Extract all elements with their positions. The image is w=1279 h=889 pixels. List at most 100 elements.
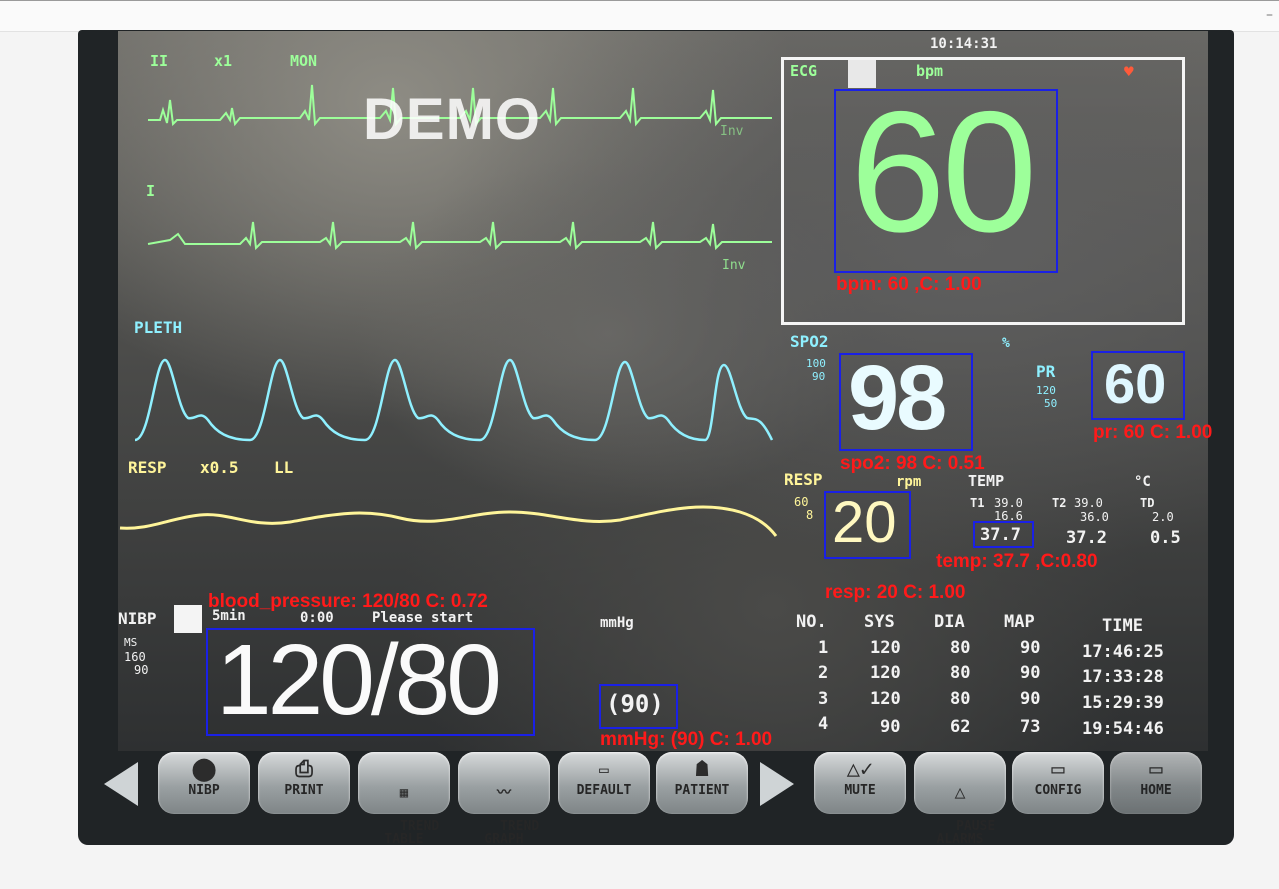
history-cell: 80 [950,663,971,683]
resp-wave-label: RESP [128,458,167,477]
t2-low-limit: 36.0 [1080,510,1109,524]
patient-icon: ☗ [695,757,709,782]
spo2-detection-label: spo2: 98 C: 0.51 [840,453,985,474]
history-cell: 15:29:39 [1082,693,1164,713]
td-value: 0.5 [1150,528,1181,548]
pr-low-limit: 50 [1044,397,1058,410]
nibp-low-limit: 90 [134,663,149,677]
spo2-detection-box [839,353,973,451]
patient-button[interactable]: ☗ PATIENT [656,752,748,814]
pleth-label: PLETH [134,318,183,337]
print-icon: ⎙ [295,757,313,782]
pr-detection-label: pr: 60 C: 1.00 [1093,422,1213,443]
ecg-i-waveform [147,221,772,251]
history-cell: 17:46:25 [1082,642,1164,662]
pause-alarms-button[interactable]: △ PAUSE ALARMS [914,752,1006,846]
trend-graph-button[interactable]: 〰 TREND GRAPH [458,752,550,846]
heart-icon: ♥ [1124,62,1134,81]
history-cell: 19:54:46 [1082,719,1164,739]
ecg-ii-lead-label: II [150,52,169,70]
trend-table-button[interactable]: ▦ TREND TABLE [358,752,450,846]
nibp-button-label: NIBP [188,783,220,798]
trend-graph-button-label: TREND GRAPH [484,819,540,847]
default-icon: ▭ [599,760,609,779]
ecg-ii-mode-label: MON [290,52,318,70]
temp-unit: °C [1134,474,1151,490]
temp-detection-label: temp: 37.7 ,C:0.80 [936,551,1098,572]
softkey-bar: ⬤ NIBP ⎙ PRINT ▦ TREND TABLE 〰 TREND GRA… [100,752,1210,846]
history-cell: 3 [818,689,829,709]
ecg-ii-gain-label: x1 [214,52,233,70]
config-button[interactable]: ▭ CONFIG [1012,752,1104,814]
demo-watermark: DEMO [363,87,541,152]
resp-waveform [119,505,778,537]
bpm-detection-label: bpm: 60 ,C: 1.00 [836,274,982,295]
nibp-button[interactable]: ⬤ NIBP [158,752,250,814]
ecg-ii-inv-label: Inv [720,124,744,139]
mute-button-label: MUTE [844,783,876,798]
history-header-map: MAP [1004,612,1035,632]
config-button-label: CONFIG [1034,783,1082,798]
pleth-waveform [134,358,774,442]
t1-label: T1 [970,496,985,510]
history-cell: 2 [818,663,829,683]
history-cell: 80 [950,638,971,658]
pr-detection-box [1091,351,1185,420]
ecg-i-lead-label: I [146,182,156,200]
pause-alarms-icon: △ [954,782,966,803]
nibp-indicator [174,605,202,633]
resp-label: RESP [784,470,823,489]
pause-alarms-button-label: PAUSE ALARMS [936,819,996,847]
history-cell: 17:33:28 [1082,667,1164,687]
history-cell: 4 [818,714,829,734]
mute-button[interactable]: △✓ MUTE [814,752,906,814]
history-cell: 90 [1020,689,1041,709]
trend-table-icon: ▦ [399,785,409,801]
ecg-panel-label: ECG [790,62,818,80]
blood-pressure-detection-box [206,628,535,736]
history-header-dia: DIA [934,612,965,632]
spo2-low-limit: 90 [812,370,826,383]
history-cell: 62 [950,717,971,737]
home-button[interactable]: ▭ HOME [1110,752,1202,814]
resp-high-limit: 60 [794,495,809,509]
pr-label: PR [1036,362,1056,381]
history-cell: 80 [950,689,971,709]
history-header-no: NO. [796,612,827,632]
trend-table-button-label: TREND TABLE [384,819,440,847]
nibp-mode: MS [124,636,138,649]
td-label: TD [1140,496,1155,510]
t2-value: 37.2 [1066,528,1107,548]
history-cell: 120 [870,663,901,683]
history-header-sys: SYS [864,612,895,632]
print-button-label: PRINT [284,783,324,798]
pr-high-limit: 120 [1036,384,1056,397]
print-button[interactable]: ⎙ PRINT [258,752,350,814]
history-header-time: TIME [1102,616,1143,636]
temp-detection-box [973,521,1034,548]
resp-wave-lead: LL [274,458,294,477]
t1-high-limit: 39.0 [994,496,1023,510]
mmhg-detection-box [599,684,678,729]
td-high-limit: 2.0 [1152,510,1174,524]
history-cell: 90 [1020,638,1041,658]
blood-pressure-detection-label: blood_pressure: 120/80 C: 0.72 [208,591,488,612]
config-icon: ▭ [1051,757,1065,782]
default-button[interactable]: ▭ DEFAULT [558,752,650,814]
history-cell: 73 [1020,717,1041,737]
history-cell: 120 [870,689,901,709]
history-cell: 90 [1020,663,1041,683]
resp-detection-box [824,491,911,559]
t2-label: T2 [1052,496,1067,510]
clock: 10:14:31 [930,36,998,52]
nibp-icon: ⬤ [191,757,217,782]
nibp-unit: mmHg [600,615,634,631]
bpm-detection-box [834,89,1058,273]
default-button-label: DEFAULT [576,783,632,798]
nibp-high-limit: 160 [124,650,146,664]
previous-page-arrow[interactable] [104,762,138,806]
next-page-arrow[interactable] [760,762,794,806]
t2-high-limit: 39.0 [1074,496,1103,510]
spo2-unit: % [1002,336,1010,351]
mmhg-detection-label: mmHg: (90) C: 1.00 [600,729,773,750]
